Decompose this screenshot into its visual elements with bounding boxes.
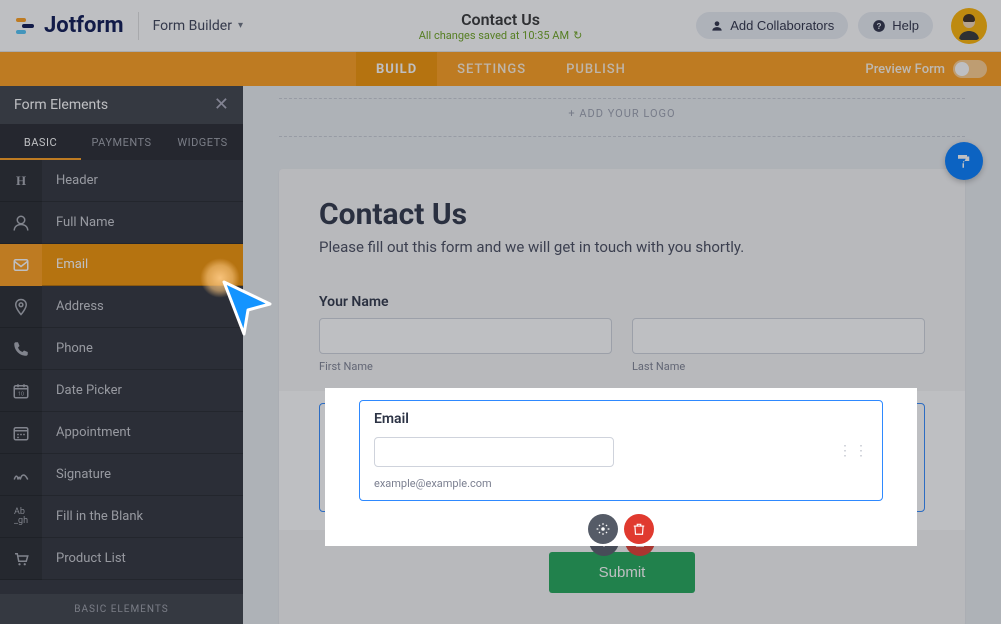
email-label: Email <box>336 418 908 434</box>
name-label: Your Name <box>319 294 925 310</box>
last-name-sublabel: Last Name <box>632 360 925 373</box>
element-header[interactable]: H Header <box>0 160 243 202</box>
first-name-input[interactable] <box>319 318 612 354</box>
element-label: Signature <box>42 467 111 482</box>
help-button[interactable]: ? Help <box>858 12 933 39</box>
header-icon: H <box>16 173 26 189</box>
add-logo-row[interactable]: + ADD YOUR LOGO <box>279 98 965 137</box>
cart-icon <box>12 550 30 568</box>
sidebar-header: Form Elements ✕ <box>0 86 243 124</box>
email-icon <box>12 256 30 274</box>
sidebar-title: Form Elements <box>14 97 108 113</box>
chevron-down-icon: ▾ <box>238 20 243 31</box>
drag-handle-icon[interactable]: ⋮⋮⋮⋮ <box>880 452 912 464</box>
tab-basic[interactable]: BASIC <box>0 124 81 160</box>
email-hint: example@example.com <box>336 484 908 497</box>
field-delete-button[interactable] <box>625 526 655 556</box>
field-settings-button[interactable] <box>589 526 619 556</box>
element-label: Address <box>42 299 104 314</box>
calendar-icon: 10 <box>12 382 30 400</box>
element-signature[interactable]: Signature <box>0 454 243 496</box>
element-datepicker[interactable]: 10 Date Picker <box>0 370 243 412</box>
close-icon[interactable]: ✕ <box>214 96 229 114</box>
element-productlist[interactable]: Product List <box>0 538 243 580</box>
brand-logo[interactable]: Jotform <box>14 13 124 38</box>
element-appointment[interactable]: Appointment <box>0 412 243 454</box>
element-phone[interactable]: Phone <box>0 328 243 370</box>
undo-icon: ↻ <box>573 29 582 42</box>
element-label: Email <box>42 257 88 272</box>
form-header-block[interactable]: Contact Us Please fill out this form and… <box>279 169 965 276</box>
form-header-subtitle: Please fill out this form and we will ge… <box>319 238 925 256</box>
signature-icon <box>12 466 30 484</box>
nav-tab-settings[interactable]: SETTINGS <box>437 52 546 86</box>
save-status: All changes saved at 10:35 AM ↻ <box>419 29 583 42</box>
svg-text:10: 10 <box>18 391 24 397</box>
form-designer-fab[interactable] <box>945 142 983 180</box>
form-canvas: + ADD YOUR LOGO Contact Us Please fill o… <box>243 86 1001 624</box>
form-builder-dropdown[interactable]: Form Builder ▾ <box>153 18 243 34</box>
email-field-spotlight: Email example@example.com ⋮⋮⋮⋮ <box>279 391 965 530</box>
pin-icon <box>12 298 30 316</box>
user-icon <box>710 19 724 33</box>
tab-widgets[interactable]: WIDGETS <box>162 124 243 160</box>
form-header-title: Contact Us <box>319 197 925 232</box>
navbar: BUILD SETTINGS PUBLISH Preview Form <box>0 52 1001 86</box>
jotform-logo-icon <box>14 14 38 38</box>
element-fillblank[interactable]: Ab_gh Fill in the Blank <box>0 496 243 538</box>
sidebar-tabs: BASIC PAYMENTS WIDGETS <box>0 124 243 160</box>
question-icon: ? <box>872 19 886 33</box>
top-center: Contact Us All changes saved at 10:35 AM… <box>419 10 583 42</box>
form-card: Contact Us Please fill out this form and… <box>279 169 965 624</box>
element-label: Phone <box>42 341 93 356</box>
sidebar: Form Elements ✕ BASIC PAYMENTS WIDGETS H… <box>0 86 243 624</box>
appointment-icon <box>12 424 30 442</box>
add-collaborators-button[interactable]: Add Collaborators <box>696 12 848 39</box>
name-field-block[interactable]: Your Name First Name Last Name <box>319 294 925 373</box>
submit-button[interactable]: Submit <box>549 552 696 593</box>
brand-text: Jotform <box>44 13 124 38</box>
element-address[interactable]: Address <box>0 286 243 328</box>
form-title[interactable]: Contact Us <box>419 10 583 29</box>
phone-icon <box>12 340 30 358</box>
gear-icon <box>597 534 611 548</box>
svg-text:?: ? <box>877 21 882 30</box>
preview-toggle[interactable] <box>953 60 987 78</box>
element-label: Header <box>42 173 98 188</box>
topbar-divider <box>138 12 139 40</box>
preview-label: Preview Form <box>865 62 945 77</box>
element-email[interactable]: Email <box>0 244 243 286</box>
avatar[interactable] <box>951 8 987 44</box>
paint-roller-icon <box>955 152 973 170</box>
nav-tab-publish[interactable]: PUBLISH <box>546 52 646 86</box>
element-label: Full Name <box>42 215 114 230</box>
element-label: Date Picker <box>42 383 122 398</box>
last-name-input[interactable] <box>632 318 925 354</box>
element-list: H Header Full Name Email Address Phone 1… <box>0 160 243 594</box>
element-label: Appointment <box>42 425 131 440</box>
user-icon <box>12 214 30 232</box>
email-input[interactable] <box>336 444 576 474</box>
topbar: Jotform Form Builder ▾ Contact Us All ch… <box>0 0 1001 52</box>
element-label: Fill in the Blank <box>42 509 143 524</box>
nav-tab-build[interactable]: BUILD <box>356 52 437 86</box>
avatar-icon <box>953 10 985 42</box>
tab-payments[interactable]: PAYMENTS <box>81 124 162 160</box>
form-builder-label: Form Builder <box>153 18 232 34</box>
element-fullname[interactable]: Full Name <box>0 202 243 244</box>
trash-icon <box>633 534 647 548</box>
blank-icon: Ab_gh <box>14 508 28 526</box>
first-name-sublabel: First Name <box>319 360 612 373</box>
sidebar-footer: BASIC ELEMENTS <box>0 594 243 624</box>
element-label: Product List <box>42 551 126 566</box>
email-field-block[interactable]: Email example@example.com ⋮⋮⋮⋮ <box>319 403 925 512</box>
